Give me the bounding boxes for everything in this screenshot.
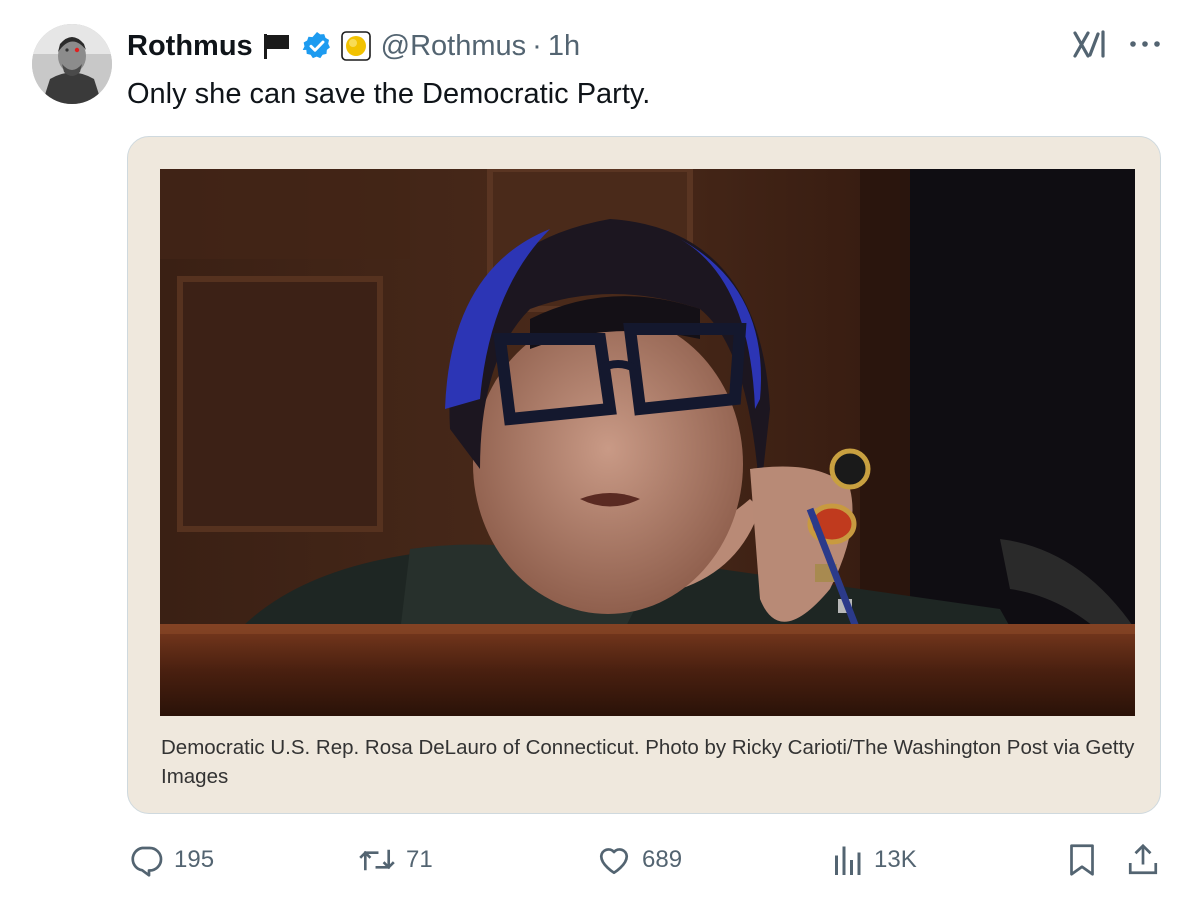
separator-dot: · <box>532 29 542 62</box>
reply-button[interactable]: 195 <box>128 842 214 878</box>
reply-count: 195 <box>174 846 215 873</box>
share-button[interactable] <box>1126 842 1160 878</box>
views-button[interactable]: 13K <box>830 842 917 878</box>
article-photo[interactable] <box>160 166 1135 716</box>
tweet: Rothmus @Rothmus · 1h Only she can save … <box>0 0 1196 904</box>
verified-badge-icon[interactable] <box>301 30 333 62</box>
bookmark-button[interactable] <box>1066 842 1098 878</box>
heart-icon <box>599 848 629 875</box>
tweet-text: Only she can save the Democratic Party. <box>127 78 651 110</box>
author-name[interactable]: Rothmus <box>127 30 253 63</box>
analytics-icon <box>835 846 861 875</box>
article-card[interactable]: Democratic U.S. Rep. Rosa DeLauro of Con… <box>127 136 1161 814</box>
view-count: 13K <box>874 846 917 873</box>
bookmark-icon <box>1070 844 1094 876</box>
tweet-header: Rothmus @Rothmus · 1h <box>127 26 580 66</box>
repost-button[interactable]: 71 <box>358 842 433 878</box>
affiliate-badge-icon[interactable] <box>340 31 371 61</box>
avatar-image <box>32 24 112 104</box>
share-icon <box>1128 843 1158 875</box>
action-bar: 195 71 689 13K <box>0 830 1196 894</box>
black-flag-icon <box>261 31 293 61</box>
article-caption: Democratic U.S. Rep. Rosa DeLauro of Con… <box>161 736 1135 788</box>
like-count: 689 <box>642 846 683 873</box>
like-button[interactable]: 689 <box>596 842 682 878</box>
more-icon[interactable] <box>1128 34 1162 54</box>
reply-icon <box>131 846 163 877</box>
timestamp[interactable]: 1h <box>548 30 580 63</box>
repost-count: 71 <box>406 846 433 873</box>
grok-icon[interactable] <box>1072 28 1108 60</box>
author-handle[interactable]: @Rothmus <box>381 30 526 63</box>
repost-icon <box>359 849 395 871</box>
avatar[interactable] <box>32 24 112 104</box>
